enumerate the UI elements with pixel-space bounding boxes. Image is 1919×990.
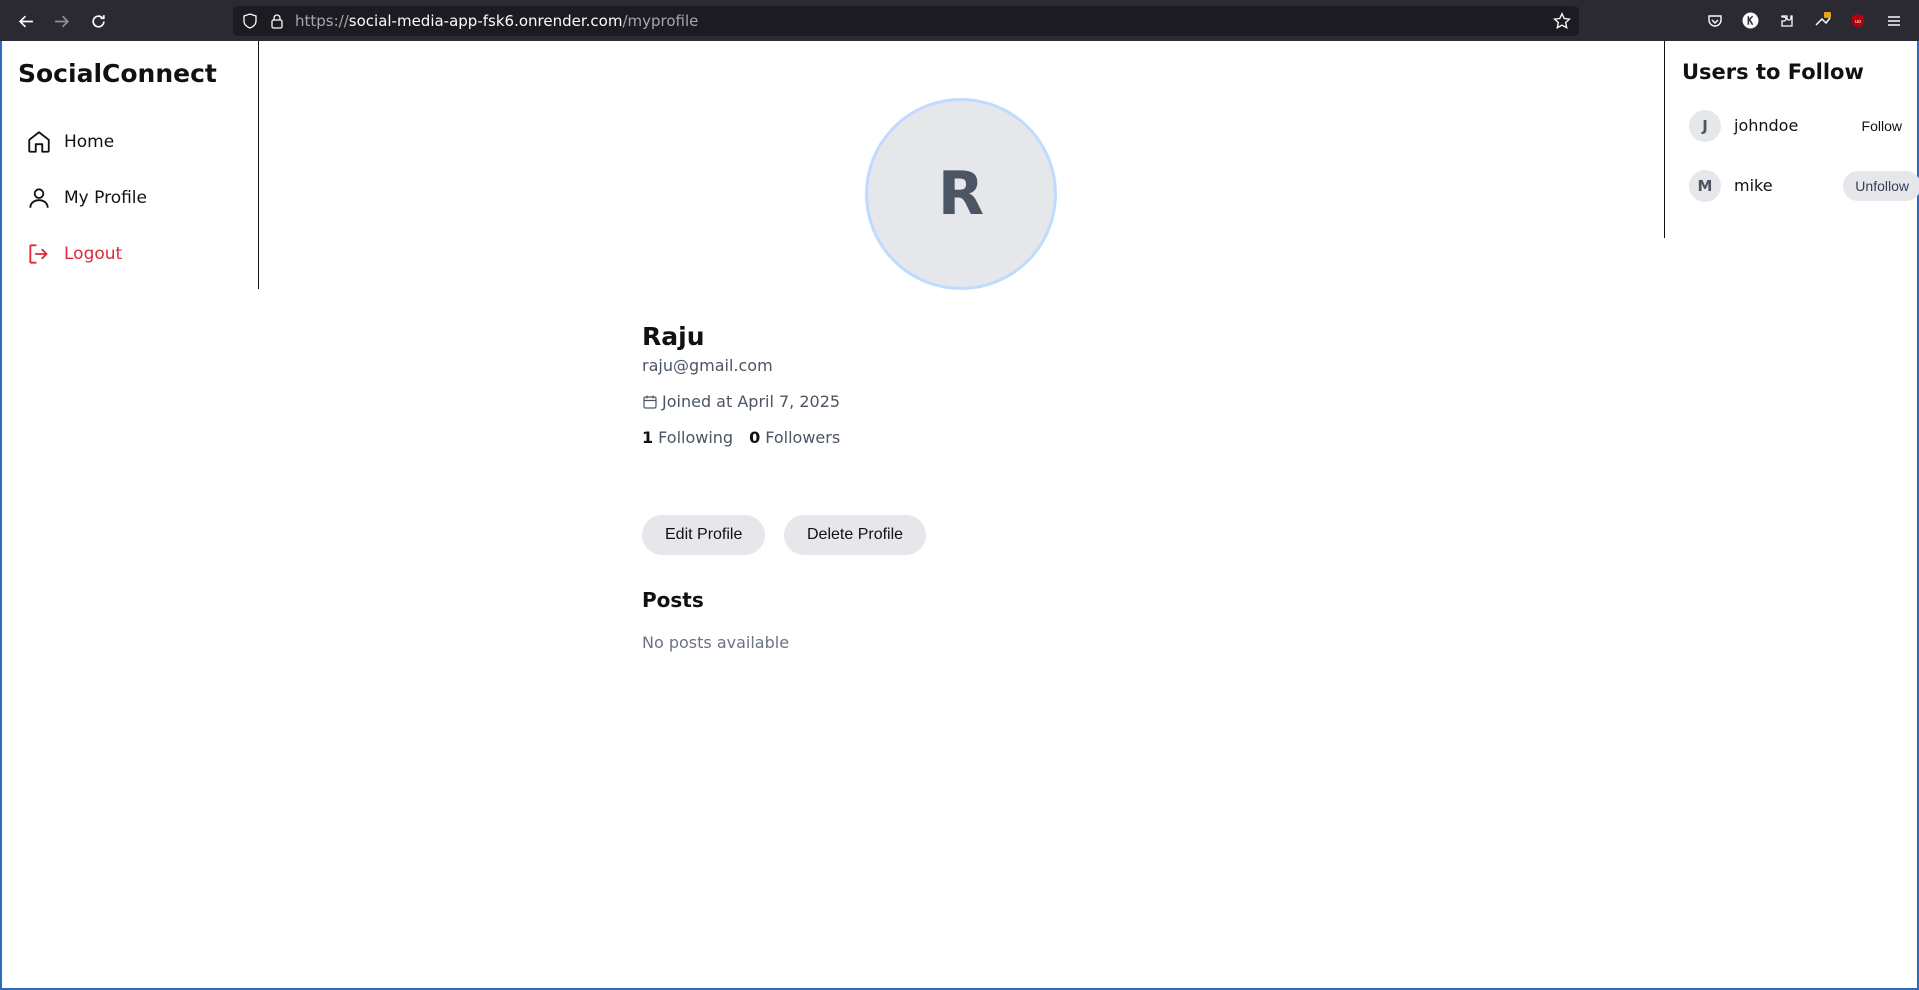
users-to-follow-title: Users to Follow: [1682, 60, 1864, 84]
profile-email: raju@gmail.com: [642, 356, 773, 375]
address-bar[interactable]: https://social-media-app-fsk6.onrender.c…: [233, 6, 1579, 36]
ublock-icon[interactable]: uo: [1848, 11, 1867, 30]
suggested-user-row: J johndoe Follow: [1689, 108, 1909, 144]
follow-button[interactable]: Follow: [1850, 111, 1914, 141]
joined-date: Joined at April 7, 2025: [642, 392, 840, 411]
reload-icon[interactable]: [85, 8, 111, 34]
edit-profile-button[interactable]: Edit Profile: [642, 515, 766, 555]
url-path: /myprofile: [622, 12, 699, 30]
user-name[interactable]: mike: [1734, 176, 1773, 195]
user-name[interactable]: johndoe: [1734, 116, 1798, 135]
nav-logout-label: Logout: [64, 244, 123, 264]
left-sidebar: SocialConnect Home My Profile Logout: [2, 41, 259, 289]
joined-text: Joined at April 7, 2025: [662, 392, 841, 411]
nav-my-profile[interactable]: My Profile: [26, 182, 147, 214]
lock-icon[interactable]: [269, 13, 285, 29]
followers-stat[interactable]: 0 Followers: [749, 428, 840, 447]
delete-profile-button[interactable]: Delete Profile: [784, 515, 927, 555]
browser-toolbar: https://social-media-app-fsk6.onrender.c…: [0, 0, 1919, 41]
following-label: Following: [658, 428, 734, 447]
url-text[interactable]: https://social-media-app-fsk6.onrender.c…: [295, 12, 698, 30]
url-host: social-media-app-fsk6.onrender.com: [348, 12, 623, 30]
profile-name: Raju: [642, 322, 705, 351]
followers-label: Followers: [765, 428, 841, 447]
url-scheme: https://: [295, 12, 349, 30]
star-icon[interactable]: [1553, 12, 1571, 30]
shield-icon[interactable]: [242, 13, 258, 29]
follow-stats: 1 Following 0 Followers: [642, 428, 856, 447]
back-icon[interactable]: [13, 8, 39, 34]
user-icon: [29, 188, 49, 208]
pocket-icon[interactable]: [1705, 11, 1724, 30]
home-icon: [28, 131, 50, 153]
user-avatar[interactable]: M: [1689, 170, 1721, 202]
nav-my-profile-label: My Profile: [64, 188, 147, 208]
posts-heading: Posts: [642, 588, 704, 612]
profile-avatar: R: [865, 98, 1057, 290]
extensions-icon[interactable]: [1777, 11, 1796, 30]
following-count: 1: [642, 428, 654, 447]
nav-home[interactable]: Home: [26, 126, 114, 158]
menu-icon[interactable]: [1884, 11, 1903, 30]
brand-logo[interactable]: SocialConnect: [18, 59, 217, 88]
no-posts-message: No posts available: [642, 633, 790, 652]
logout-icon: [29, 244, 48, 264]
nav-home-label: Home: [64, 132, 115, 152]
following-stat[interactable]: 1 Following: [642, 428, 733, 447]
page-viewport: SocialConnect Home My Profile Logout R R…: [0, 41, 1919, 990]
account-icon[interactable]: [1741, 11, 1760, 30]
suggested-user-row: M mike Unfollow: [1689, 168, 1919, 204]
forward-icon[interactable]: [48, 8, 74, 34]
svg-text:uo: uo: [1854, 19, 1860, 25]
followers-count: 0: [749, 428, 761, 447]
right-sidebar: Users to Follow J johndoe Follow M mike …: [1664, 41, 1919, 238]
unfollow-button[interactable]: Unfollow: [1843, 171, 1919, 201]
extension-badge-icon[interactable]: [1813, 11, 1832, 30]
calendar-icon: [643, 395, 657, 409]
nav-logout[interactable]: Logout: [26, 238, 122, 270]
user-avatar[interactable]: J: [1689, 110, 1721, 142]
